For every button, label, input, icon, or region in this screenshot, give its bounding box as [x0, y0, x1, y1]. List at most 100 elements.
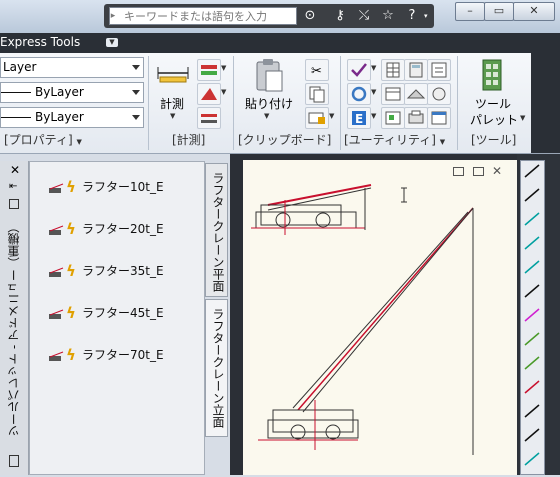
panel-separator	[457, 56, 458, 150]
crane-icon	[48, 264, 64, 277]
text-cursor-icon	[401, 187, 407, 203]
crane-plan	[251, 184, 372, 235]
measure-button[interactable]: 計測	[160, 95, 184, 112]
tab-express-tools[interactable]: Express Tools	[0, 35, 80, 49]
search-input[interactable]	[109, 7, 297, 25]
crane-icon	[48, 306, 64, 319]
search-toolbar: ▸ ⊙ ⚷ ⤯ ☆ ? ▾	[104, 4, 434, 28]
lineweight-dropdown[interactable]: ByLayer	[0, 107, 144, 128]
panel-label-clipboard: [クリップボード]	[238, 133, 332, 147]
paste-button[interactable]: 貼り付け	[245, 95, 293, 112]
linetype-value: ByLayer	[35, 85, 84, 99]
chevron-down-icon: ▼	[221, 64, 227, 72]
tab-crane-elevation[interactable]: ラフタークレーン立面	[205, 299, 228, 437]
layer-tool-icon[interactable]	[197, 59, 221, 81]
distance-tool-icon[interactable]	[197, 107, 221, 129]
list-item-label: ラフター70t_E	[82, 348, 164, 362]
ribbon-tab-row	[0, 33, 560, 53]
ribbon-right-edge	[531, 53, 560, 153]
linetype-swatches	[524, 164, 540, 466]
panel-label-properties[interactable]: [プロパティ] ▼	[4, 132, 82, 148]
grid-icon[interactable]	[381, 59, 405, 81]
calculator-icon[interactable]	[404, 59, 428, 81]
drawing-canvas[interactable]: ✕	[243, 160, 517, 475]
properties-icon[interactable]	[9, 199, 19, 209]
panel-label-measure: [計測]	[172, 133, 206, 147]
star-icon[interactable]: ☆	[378, 7, 398, 25]
chevron-down-icon: ▼	[170, 112, 176, 120]
ribbon-minimize-button[interactable]: ▼	[106, 38, 118, 47]
help-icon[interactable]: ?	[402, 7, 422, 25]
refresh-icon[interactable]	[347, 83, 371, 105]
clipboard-icon[interactable]	[254, 57, 284, 93]
restore-button[interactable]: ▭	[484, 2, 514, 21]
auto-hide-icon[interactable]: ⇤	[9, 181, 17, 192]
chevron-down-icon	[132, 90, 140, 95]
chevron-down-icon: ▼	[371, 64, 377, 72]
linetype-palette[interactable]	[520, 160, 545, 475]
chevron-down-icon: ▼	[329, 112, 335, 120]
table-icon[interactable]	[381, 83, 405, 105]
binoculars-icon[interactable]: ⊙	[300, 7, 320, 25]
measure-icon[interactable]	[156, 62, 190, 84]
tab-label: ラフタークレーン立面	[211, 308, 225, 428]
palette-title: ツールパレット - アドメニュー（重機）	[7, 221, 21, 437]
panel-label-tools: [ツール]	[471, 133, 517, 147]
lightning-icon: ϟ	[66, 346, 76, 364]
tab-label: ラフタークレーン平面	[211, 172, 225, 292]
tool-palette-button-line1[interactable]: ツール	[475, 95, 511, 112]
copy-icon[interactable]	[305, 83, 329, 105]
panel-label-text: [プロパティ]	[4, 133, 73, 147]
tool-palette-titlebar[interactable]: ✕ ⇤ ツールパレット - アドメニュー（重機）	[0, 161, 29, 475]
line-sample	[1, 92, 31, 93]
chevron-down-icon: ▼	[371, 88, 377, 96]
chevron-down-icon: ▼	[371, 112, 377, 120]
list-item-label: ラフター20t_E	[82, 222, 164, 236]
panel-separator	[340, 56, 341, 150]
panel-label-utilities[interactable]: [ユーティリティ] ▼	[344, 132, 445, 148]
key-icon[interactable]: ⚷	[330, 7, 350, 25]
layer-dropdown[interactable]: Layer	[0, 57, 144, 78]
window-icon[interactable]	[427, 107, 451, 129]
panel-label-text: [ユーティリティ]	[344, 133, 436, 147]
tab-crane-plan[interactable]: ラフタークレーン平面	[205, 163, 228, 297]
list-icon[interactable]	[427, 59, 451, 81]
chevron-down-icon	[132, 65, 140, 70]
sync-icon[interactable]	[427, 83, 451, 105]
tool-palette-icon[interactable]	[481, 58, 503, 92]
crane-drawing	[251, 184, 474, 455]
chevron-down-icon: ▼	[520, 114, 526, 122]
cut-icon[interactable]: ✂	[305, 59, 329, 81]
layer-manager-icon[interactable]	[404, 83, 428, 105]
attribute-icon[interactable]	[381, 107, 405, 129]
expresstools-e-icon[interactable]: E	[347, 107, 371, 129]
exchange-icon[interactable]: ⤯	[354, 7, 374, 25]
palette-close-button[interactable]: ✕	[10, 163, 20, 177]
crane-elevation	[258, 207, 474, 455]
chevron-down-icon: ▼	[221, 88, 227, 96]
list-item-label: ラフター35t_E	[82, 264, 164, 278]
chevron-down-icon	[132, 115, 140, 120]
lightning-icon: ϟ	[66, 262, 76, 280]
lightning-icon: ϟ	[66, 220, 76, 238]
chevron-down-icon: ▼	[264, 112, 270, 120]
match-properties-icon[interactable]	[305, 107, 329, 129]
panel-separator	[233, 56, 234, 150]
minimize-button[interactable]: –	[455, 2, 485, 21]
linetype-dropdown[interactable]: ByLayer	[0, 82, 144, 103]
layer-value: Layer	[3, 60, 37, 74]
print-icon[interactable]	[404, 107, 428, 129]
crane-icon	[48, 348, 64, 361]
palette-menu-icon[interactable]	[9, 455, 19, 467]
tool-palette-button-line2[interactable]: パレット	[470, 111, 518, 128]
svg-text:✂: ✂	[311, 64, 322, 79]
lightning-icon: ϟ	[66, 304, 76, 322]
search-arrow-icon: ▸	[110, 11, 116, 21]
list-item-label: ラフター45t_E	[82, 306, 164, 320]
crane-icon	[48, 180, 64, 193]
close-button[interactable]: ✕	[513, 2, 555, 21]
panel-separator	[148, 56, 149, 150]
area-tool-icon[interactable]	[197, 83, 221, 105]
check-icon[interactable]	[347, 59, 371, 81]
help-dropdown-icon[interactable]: ▾	[424, 12, 428, 20]
